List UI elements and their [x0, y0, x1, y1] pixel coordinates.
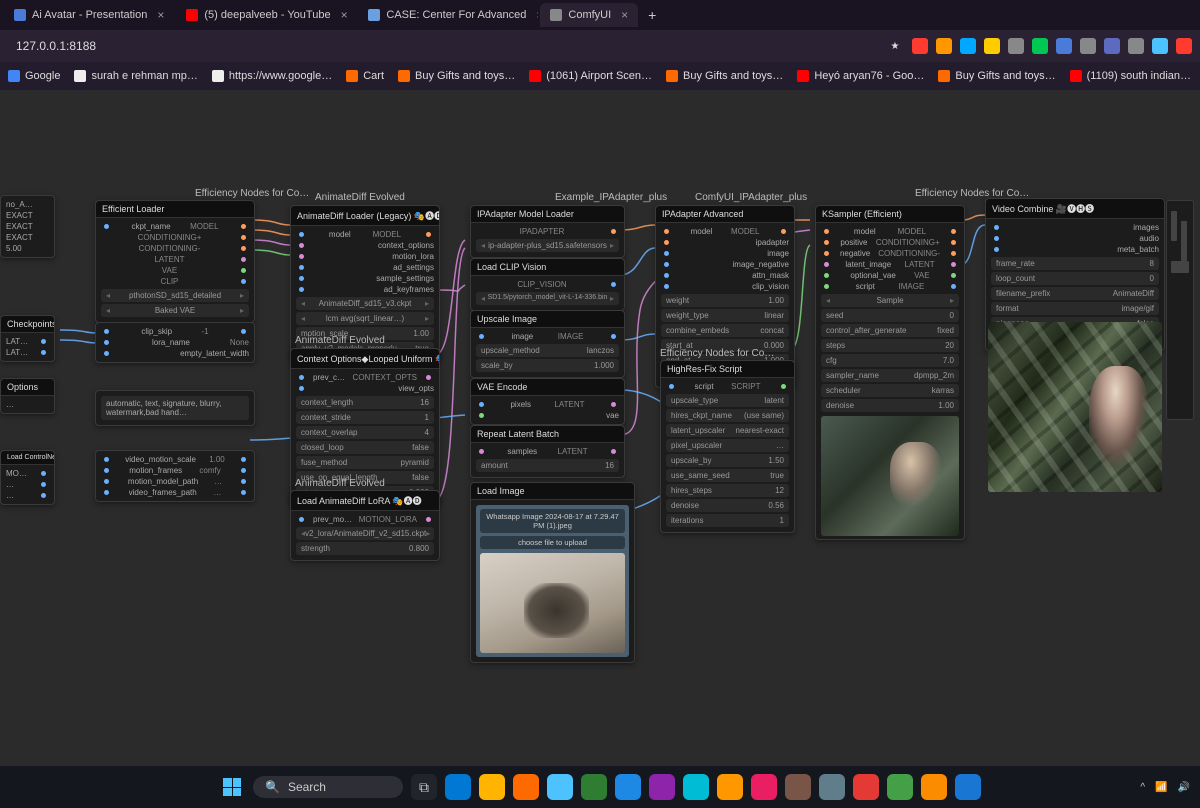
node-prompt-text[interactable]: automatic, text, signature, blurry, wate…: [95, 390, 255, 426]
taskbar-app-icon[interactable]: [581, 774, 607, 800]
node-controlnet[interactable]: Load ControlNet Models MODEL … …: [0, 450, 55, 505]
extension-icon[interactable]: [960, 38, 976, 54]
node-load-animatediff-lora[interactable]: Load AnimateDiff LoRA 🎭🅐🅓 prev_motion_lo…: [290, 490, 440, 561]
close-icon[interactable]: ×: [341, 8, 348, 22]
browser-tab[interactable]: CASE: Center For Advanced×: [358, 3, 538, 27]
taskbar-app-icon[interactable]: [649, 774, 675, 800]
system-tray[interactable]: ^ 📶 🔊: [1140, 782, 1190, 793]
extension-icon[interactable]: [1032, 38, 1048, 54]
browser-tab[interactable]: Ai Avatar - Presentation×: [4, 3, 174, 27]
taskbar-app-icon[interactable]: [445, 774, 471, 800]
wifi-icon[interactable]: 📶: [1155, 782, 1167, 793]
node-sampler-config[interactable]: clip_skip-1 lora_nameNone empty_latent_w…: [95, 322, 255, 363]
node-vae-encode[interactable]: VAE Encode pixelsLATENT vae: [470, 378, 625, 425]
bookmark[interactable]: surah e rehman mp…: [74, 70, 197, 82]
extension-icon[interactable]: [1008, 38, 1024, 54]
browser-tab[interactable]: (5) deepalveeb - YouTube×: [176, 3, 356, 27]
node-upscale-image[interactable]: Upscale Image imageIMAGE upscale_methodl…: [470, 310, 625, 378]
taskbar-app-icon[interactable]: [819, 774, 845, 800]
url-field[interactable]: 127.0.0.1:8188: [8, 35, 104, 57]
taskbar-app-icon[interactable]: [513, 774, 539, 800]
bookmark[interactable]: Heyó aryan76 - Goo…: [797, 70, 924, 82]
choose-file-button[interactable]: choose file to upload: [480, 536, 625, 549]
bookmarks-bar: Google surah e rehman mp… https://www.go…: [0, 62, 1200, 90]
taskbar-app-icon[interactable]: [921, 774, 947, 800]
browser-tab-active[interactable]: ComfyUI×: [540, 3, 638, 27]
close-icon[interactable]: ×: [536, 8, 538, 22]
extension-icon[interactable]: [984, 38, 1000, 54]
extension-icon[interactable]: [1080, 38, 1096, 54]
bookmark[interactable]: (1061) Airport Scen…: [529, 70, 652, 82]
bookmark[interactable]: (1109) south indian…: [1070, 70, 1191, 82]
taskbar-app-icon[interactable]: [785, 774, 811, 800]
group-label: Efficiency Nodes for Co…: [195, 188, 309, 199]
close-icon[interactable]: ×: [157, 8, 164, 22]
new-tab-button[interactable]: +: [640, 7, 664, 23]
close-icon[interactable]: ×: [621, 8, 628, 22]
bookmark[interactable]: Buy Gifts and toys…: [938, 70, 1055, 82]
node-checkpoints[interactable]: Checkpoints LATENT LATENT: [0, 315, 55, 362]
task-view-icon[interactable]: ⧉: [411, 774, 437, 800]
taskbar-app-icon[interactable]: [751, 774, 777, 800]
node-notes[interactable]: no_ADD EXACT EXACT EXACT 5.00: [0, 195, 55, 258]
taskbar-app-icon[interactable]: [547, 774, 573, 800]
node-motion-settings[interactable]: video_motion_scale1.00 motion_framescomf…: [95, 450, 255, 502]
video-combine-preview: [988, 322, 1162, 492]
load-image-filename[interactable]: Whatsapp Image 2024-08-17 at 7.29.47 PM …: [480, 509, 625, 533]
start-button[interactable]: [219, 774, 245, 800]
taskbar-search[interactable]: 🔍Search: [253, 776, 403, 798]
node-ipadapter-model-loader[interactable]: IPAdapter Model Loader IPADAPTER ◂ip-ada…: [470, 205, 625, 258]
taskbar-app-icon[interactable]: [853, 774, 879, 800]
node-highres-fix-script[interactable]: HighRes-Fix Script scriptSCRIPT upscale_…: [660, 360, 795, 533]
extension-icon[interactable]: [1104, 38, 1120, 54]
group-label: AnimateDiff Evolved: [295, 335, 385, 346]
group-label: AnimateDiff Evolved: [295, 478, 385, 489]
node-efficient-loader[interactable]: Efficient Loader ckpt_nameMODEL CONDITIO…: [95, 200, 255, 323]
extension-icon[interactable]: [1152, 38, 1168, 54]
workflow-canvas[interactable]: Efficiency Nodes for Co… Efficiency Node…: [0, 90, 1200, 766]
browser-tab-bar: Ai Avatar - Presentation× (5) deepalveeb…: [0, 0, 1200, 30]
taskbar-app-icon[interactable]: [887, 774, 913, 800]
bookmark[interactable]: https://www.google…: [212, 70, 332, 82]
node-primitive[interactable]: Options …: [0, 378, 55, 414]
group-label: Example_IPAdapter_plus: [555, 192, 667, 203]
windows-taskbar: 🔍Search ⧉ ^ 📶 🔊: [0, 766, 1200, 808]
node-load-clip-vision[interactable]: Load CLIP Vision CLIP_VISION ◂SD1.5/pyto…: [470, 258, 625, 311]
bookmark[interactable]: Cart: [346, 70, 384, 82]
load-image-preview: [480, 553, 625, 653]
bookmark[interactable]: Buy Gifts and toys…: [398, 70, 515, 82]
extension-icon[interactable]: [936, 38, 952, 54]
address-bar: 127.0.0.1:8188 ★: [0, 30, 1200, 62]
node-load-image[interactable]: Load Image Whatsapp Image 2024-08-17 at …: [470, 482, 635, 663]
search-icon: 🔍: [265, 780, 280, 794]
group-label: ComfyUI_IPAdapter_plus: [695, 192, 807, 203]
taskbar-app-icon[interactable]: [683, 774, 709, 800]
bookmark[interactable]: Buy Gifts and toys…: [666, 70, 783, 82]
extension-icon[interactable]: [1056, 38, 1072, 54]
group-label: Efficiency Nodes for Co…: [660, 348, 774, 359]
taskbar-app-icon[interactable]: [479, 774, 505, 800]
extension-icon[interactable]: [912, 38, 928, 54]
node-repeat-latent-batch[interactable]: Repeat Latent Batch samplesLATENT amount…: [470, 425, 625, 478]
taskbar-app-icon[interactable]: [955, 774, 981, 800]
taskbar-app-icon[interactable]: [615, 774, 641, 800]
extension-icon[interactable]: [1128, 38, 1144, 54]
bookmark[interactable]: Google: [8, 70, 60, 82]
star-icon[interactable]: ★: [886, 37, 904, 55]
volume-icon[interactable]: 🔊: [1178, 782, 1190, 793]
group-label: AnimateDiff Evolved: [315, 192, 405, 203]
canvas-scrollbar[interactable]: [1166, 200, 1194, 420]
taskbar-app-icon[interactable]: [717, 774, 743, 800]
ksampler-preview: [821, 416, 959, 536]
extension-icon[interactable]: [1176, 38, 1192, 54]
chevron-up-icon[interactable]: ^: [1140, 782, 1145, 793]
node-ksampler-efficient[interactable]: KSampler (Efficient) modelMODEL positive…: [815, 205, 965, 540]
